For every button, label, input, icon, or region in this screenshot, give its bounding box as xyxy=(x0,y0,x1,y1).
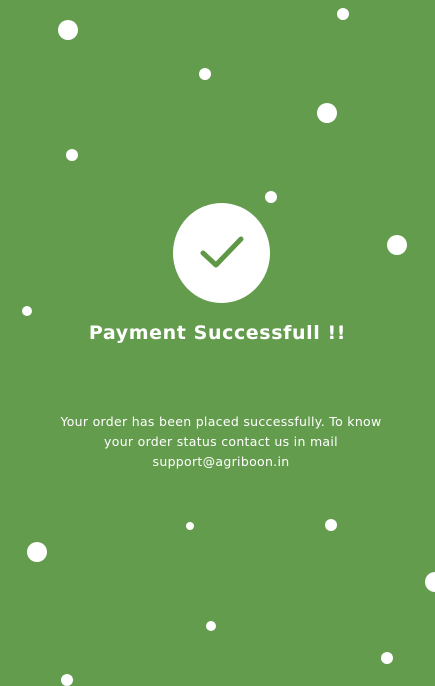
success-message: Your order has been placed successfully.… xyxy=(55,412,387,472)
success-message-line: Your order has been placed successfully.… xyxy=(60,414,382,429)
support-email: support@agriboon.in xyxy=(152,454,290,469)
confetti-dot xyxy=(66,149,78,161)
success-title: Payment Successfull !! xyxy=(88,322,347,344)
confetti-dot xyxy=(199,68,211,80)
confetti-dot xyxy=(58,20,78,40)
confetti-dot xyxy=(425,572,435,592)
success-badge xyxy=(173,203,270,303)
confetti-dot xyxy=(22,306,32,316)
confetti-dot xyxy=(337,8,349,20)
confetti-dot xyxy=(186,522,194,530)
confetti-dot xyxy=(381,652,393,664)
payment-success-screen: Payment Successfull !! Your order has be… xyxy=(0,0,435,686)
confetti-dot xyxy=(265,191,277,203)
confetti-dot xyxy=(61,674,73,686)
confetti-dot xyxy=(325,519,337,531)
success-message-line: your order status contact us in mail xyxy=(104,434,338,449)
confetti-dot xyxy=(206,621,216,631)
confetti-dot xyxy=(387,235,407,255)
confetti-dot xyxy=(317,103,337,123)
checkmark-icon xyxy=(200,236,243,268)
confetti-dot xyxy=(27,542,47,562)
